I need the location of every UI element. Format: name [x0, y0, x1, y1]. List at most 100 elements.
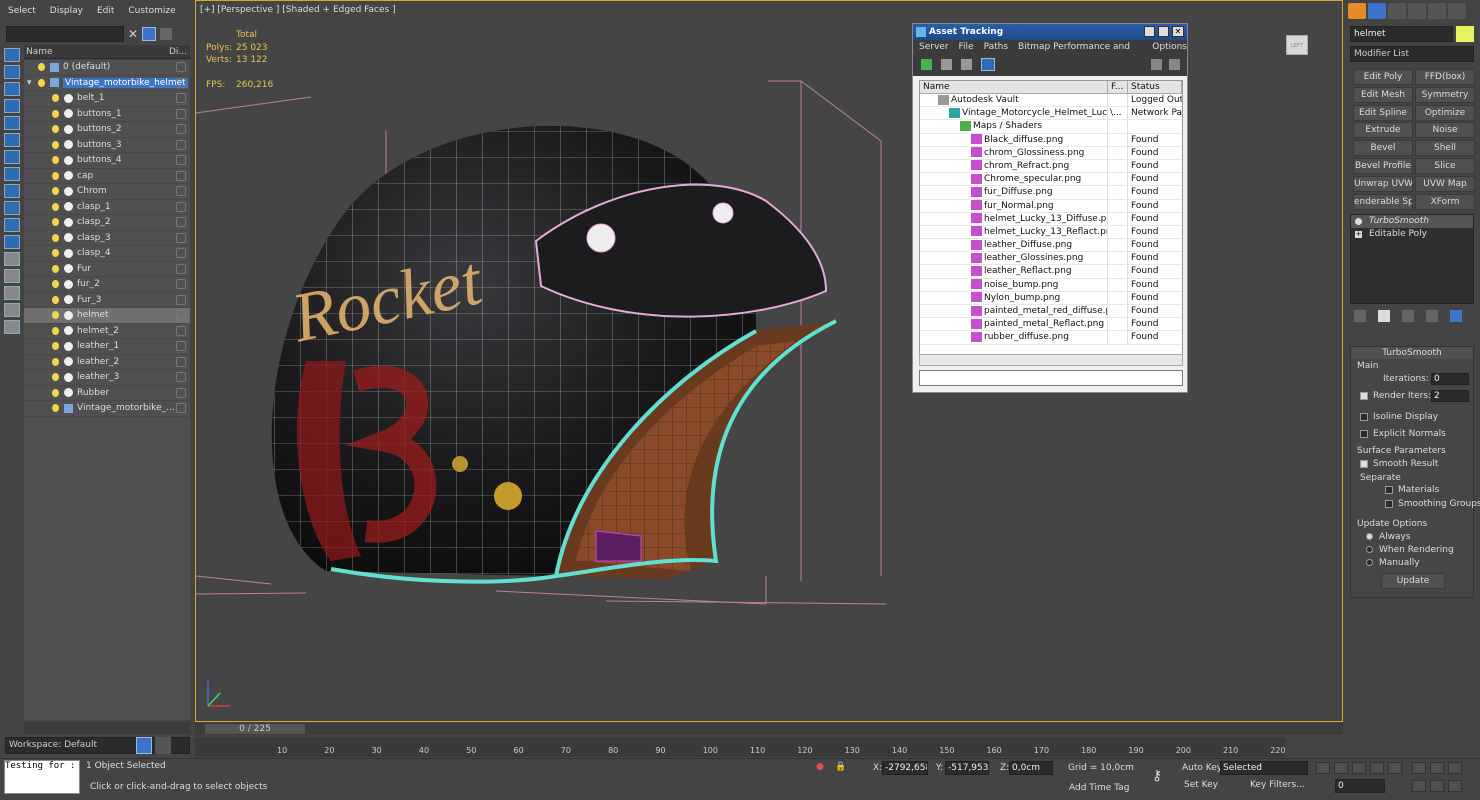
display-warps-icon[interactable]	[4, 150, 20, 164]
modifier-button[interactable]: Edit Mesh	[1353, 86, 1413, 103]
visibility-bulb-icon[interactable]	[52, 233, 59, 242]
display-xrefs-icon[interactable]	[4, 184, 20, 198]
modifier-button[interactable]: XForm	[1415, 193, 1475, 210]
current-frame-field[interactable]: 0	[1335, 779, 1385, 793]
remove-modifier-icon[interactable]	[1426, 310, 1438, 322]
freeze-icon[interactable]	[176, 372, 186, 383]
display-groups-icon[interactable]	[4, 167, 20, 181]
object-name-field[interactable]: helmet	[1350, 26, 1453, 42]
visibility-bulb-icon[interactable]	[52, 187, 59, 196]
scene-item[interactable]: clasp_2	[24, 215, 190, 231]
stack-item-editable-poly[interactable]: + Editable Poly	[1351, 228, 1473, 241]
create-tab-icon[interactable]	[1348, 3, 1366, 19]
visibility-bulb-icon[interactable]	[38, 78, 45, 87]
sort-icon[interactable]	[4, 303, 20, 317]
freeze-icon[interactable]	[176, 294, 186, 305]
visibility-bulb-icon[interactable]	[52, 249, 59, 258]
scene-hscrollbar[interactable]	[24, 722, 190, 734]
asset-row[interactable]: fur_Diffuse.png Found	[920, 186, 1182, 200]
visibility-bulb-icon[interactable]	[52, 326, 59, 335]
visibility-bulb-icon[interactable]	[52, 311, 59, 320]
freeze-icon[interactable]	[176, 387, 186, 398]
maxscript-listener[interactable]: Testing for :	[4, 760, 80, 794]
isolate-icon[interactable]: ●	[816, 762, 824, 772]
freeze-icon[interactable]	[176, 310, 186, 321]
filter-icon[interactable]	[142, 27, 157, 41]
utilities-tab-icon[interactable]	[1448, 3, 1466, 19]
scene-item[interactable]: Vintage_motorbike_...	[24, 401, 190, 417]
scene-item[interactable]: Fur_3	[24, 293, 190, 308]
asset-table-hscrollbar[interactable]	[919, 354, 1183, 366]
asset-row[interactable]: Black_diffuse.png Found	[920, 133, 1182, 147]
modifier-button[interactable]: Edit Poly	[1353, 69, 1413, 85]
key-filters-button[interactable]: Key Filters...	[1250, 780, 1305, 790]
scene-item[interactable]: leather_2	[24, 355, 190, 370]
visibility-bulb-icon[interactable]	[38, 63, 45, 72]
display-containers-icon[interactable]	[4, 218, 20, 232]
go-to-end-icon[interactable]	[1388, 762, 1402, 774]
materials-checkbox[interactable]	[1385, 486, 1393, 494]
table-view-icon[interactable]	[981, 58, 995, 71]
column-display[interactable]: Di...	[169, 47, 187, 57]
show-end-result-icon[interactable]	[1378, 310, 1390, 322]
modifier-button[interactable]: Unwrap UVW	[1353, 175, 1413, 192]
collapse-icon[interactable]: ▾	[27, 78, 32, 88]
scene-item[interactable]: cap	[24, 169, 190, 184]
set-key-button[interactable]: Set Key	[1184, 780, 1218, 790]
visibility-bulb-icon[interactable]	[52, 404, 59, 413]
expand-icon[interactable]: +	[1355, 231, 1362, 238]
freeze-icon[interactable]	[176, 155, 186, 166]
modifier-button[interactable]: Noise	[1415, 122, 1475, 139]
asset-row[interactable]: noise_bump.png Found	[920, 278, 1182, 292]
add-time-tag[interactable]: Add Time Tag	[1069, 783, 1129, 793]
isoline-checkbox[interactable]	[1360, 413, 1368, 421]
iterations-spinner[interactable]: 0	[1431, 373, 1469, 385]
visibility-bulb-icon[interactable]	[52, 342, 59, 351]
modifier-button[interactable]: enderable Splin	[1353, 193, 1413, 210]
display-frozen-icon[interactable]	[4, 235, 20, 249]
time-slider-track[interactable]: 0 / 225	[195, 723, 1343, 735]
scene-item[interactable]: buttons_4	[24, 153, 190, 169]
freeze-icon[interactable]	[176, 403, 186, 414]
scene-item[interactable]: leather_3	[24, 370, 190, 386]
freeze-icon[interactable]	[176, 170, 186, 181]
layer-explorer-icon[interactable]	[136, 737, 152, 754]
help-icon[interactable]	[1151, 59, 1162, 70]
visibility-bulb-icon[interactable]	[52, 171, 59, 180]
asset-row[interactable]: chrom_Refract.png Found	[920, 159, 1182, 174]
manually-radio[interactable]	[1366, 559, 1373, 566]
scene-item[interactable]: Fur	[24, 262, 190, 277]
z-coord-field[interactable]: 0,0cm	[1009, 761, 1053, 775]
pan-icon[interactable]	[1412, 762, 1426, 774]
at-menu-paths[interactable]: Paths	[984, 40, 1008, 54]
modifier-button[interactable]: Extrude	[1353, 122, 1413, 139]
freeze-icon[interactable]	[176, 263, 186, 274]
display-tab-icon[interactable]	[1428, 3, 1446, 19]
modifier-button[interactable]: Shell	[1415, 140, 1475, 157]
scene-item[interactable]: leather_1	[24, 339, 190, 355]
key-mode-dropdown[interactable]: Selected	[1220, 761, 1308, 775]
stack-item-turbosmooth[interactable]: TurboSmooth	[1351, 215, 1473, 228]
asset-row[interactable]: leather_Diffuse.png Found	[920, 239, 1182, 253]
modifier-button[interactable]: Slice	[1415, 158, 1475, 174]
asset-row[interactable]: Maps / Shaders	[920, 120, 1182, 134]
freeze-icon[interactable]	[176, 77, 186, 88]
freeze-icon[interactable]	[176, 356, 186, 367]
visibility-bulb-icon[interactable]	[52, 140, 59, 149]
display-all-icon[interactable]	[4, 252, 20, 266]
render-iters-checkbox[interactable]	[1360, 392, 1368, 400]
list-view-icon[interactable]	[941, 59, 952, 70]
asset-row[interactable]: fur_Normal.png Found	[920, 199, 1182, 213]
close-icon[interactable]: ✕	[1172, 26, 1184, 37]
track-bar[interactable]: 10 20 30 40 50 60 70 80 90 100 110 120 130 140 150 160 1…	[195, 737, 1286, 757]
freeze-icon[interactable]	[176, 62, 186, 73]
scene-item[interactable]: buttons_2	[24, 122, 190, 138]
field-of-view-icon[interactable]	[1412, 780, 1426, 792]
visibility-bulb-icon[interactable]	[52, 218, 59, 227]
x-coord-field[interactable]: -2792,658c	[882, 761, 928, 775]
freeze-icon[interactable]	[176, 108, 186, 119]
asset-row[interactable]: painted_metal_red_diffuse.png Found	[920, 305, 1182, 319]
hierarchy-icon[interactable]	[155, 737, 171, 754]
render-iters-spinner[interactable]: 2	[1431, 390, 1469, 402]
asset-row[interactable]: chrom_Glossiness.png Found	[920, 146, 1182, 160]
